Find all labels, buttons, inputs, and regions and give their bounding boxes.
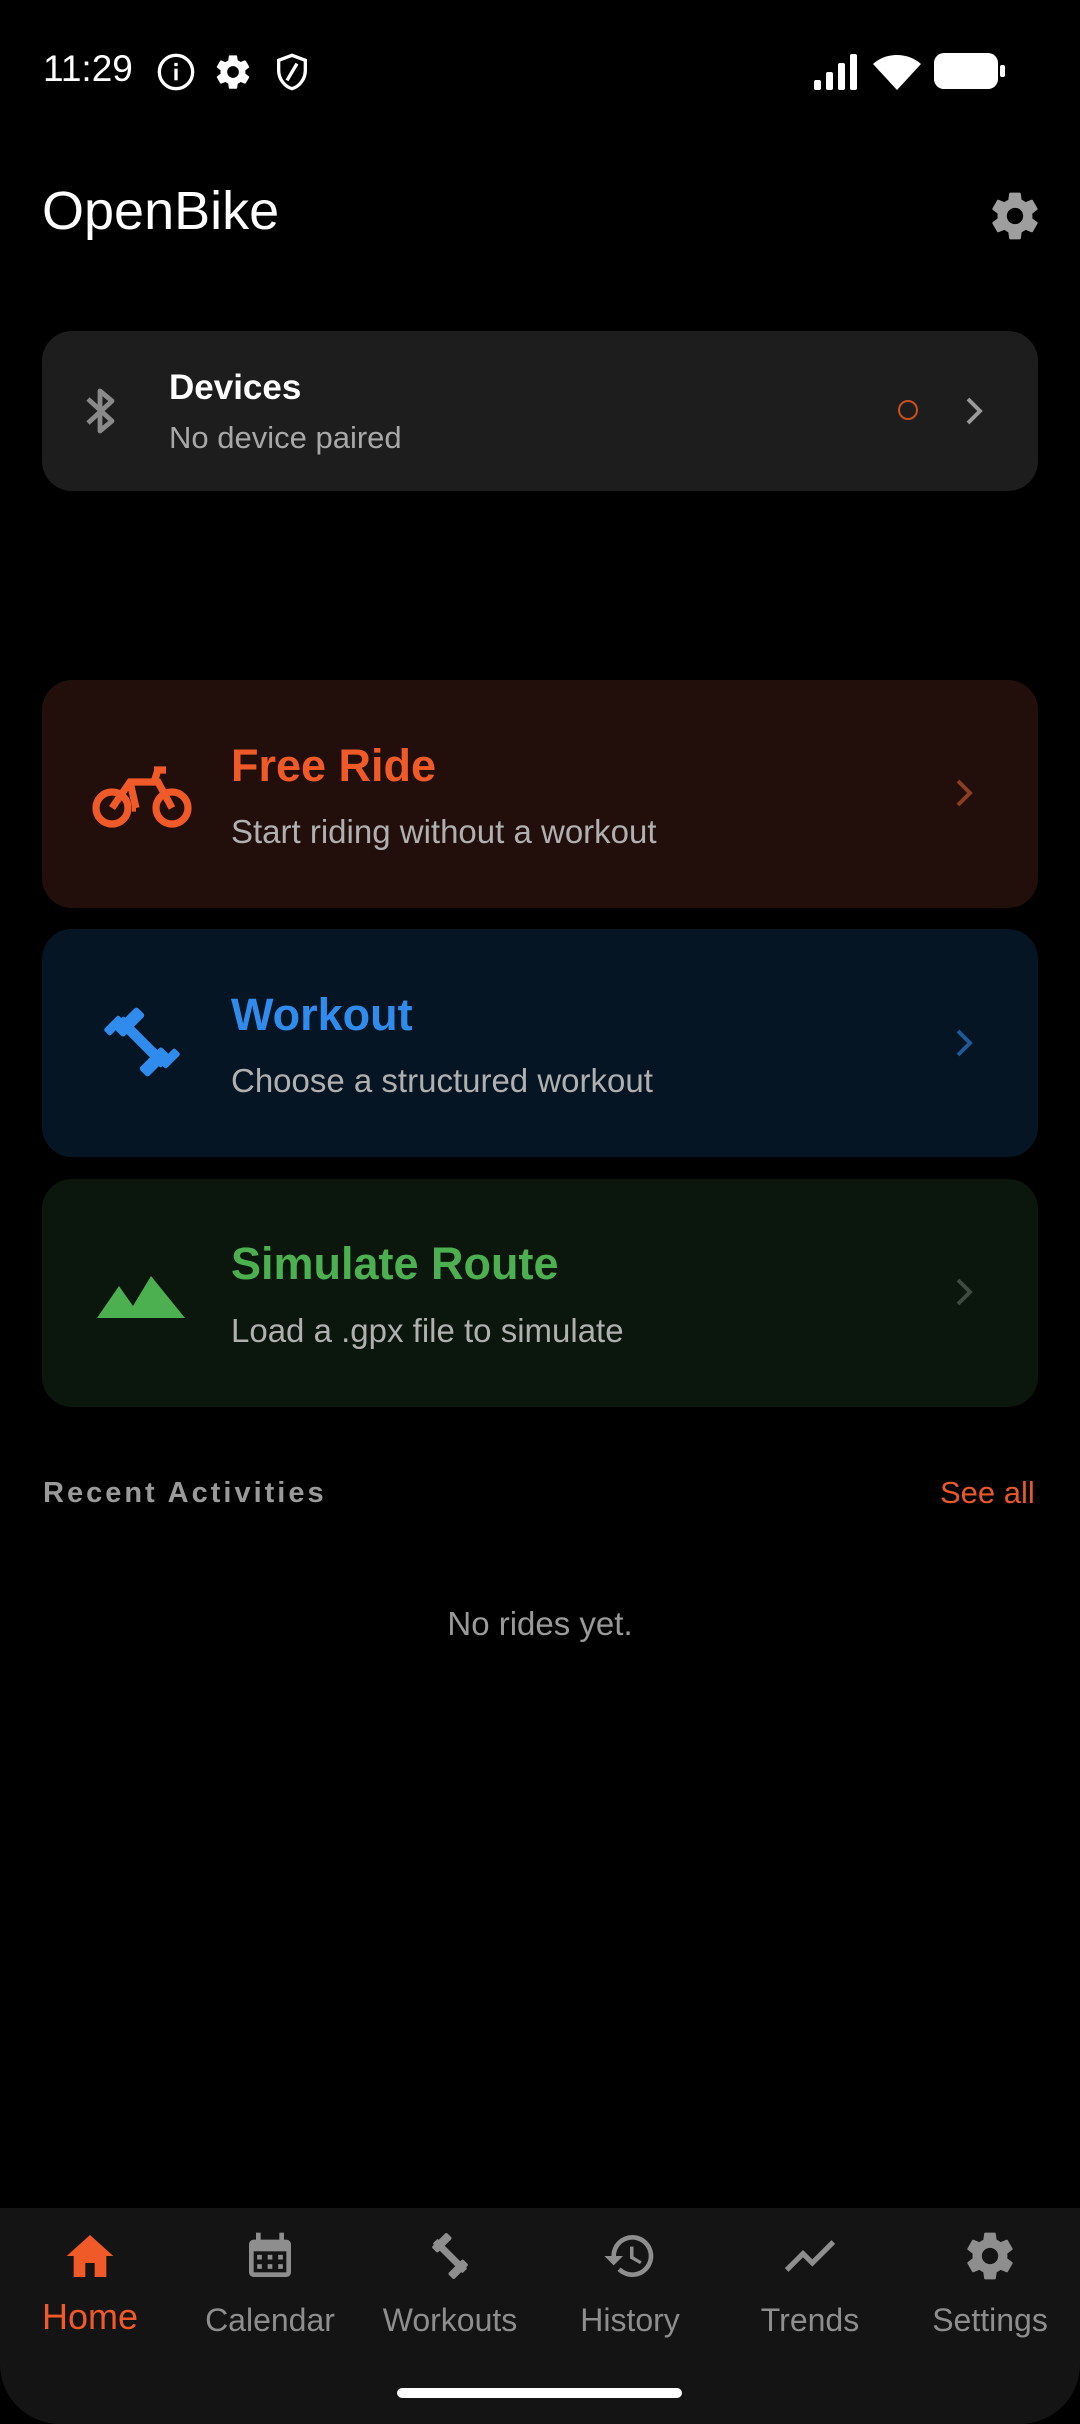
devices-title: Devices [169,368,302,407]
chevron-right-icon [966,397,983,425]
nav-workouts[interactable]: Workouts [360,2228,540,2368]
history-icon [604,2235,654,2277]
workout-subtitle: Choose a structured workout [231,1062,653,1099]
chevron-right-icon [956,1029,973,1057]
nav-label: Trends [760,2302,860,2338]
free-ride-title: Free Ride [231,740,437,791]
signal-icon [814,54,857,90]
shield-icon [277,53,307,91]
nav-history[interactable]: History [540,2228,720,2368]
nav-home[interactable]: Home [0,2228,180,2368]
devices-subtitle: No device paired [169,420,402,455]
settings-status-icon [216,55,250,89]
simulate-route-card[interactable] [42,1179,1038,1407]
dumbbell-icon [432,2233,468,2279]
nav-label: History [580,2302,680,2338]
bluetooth-icon [86,388,115,434]
bike-icon [92,766,192,828]
nav-settings[interactable]: Settings [900,2228,1080,2368]
home-icon [66,2235,114,2277]
wifi-icon [873,55,921,90]
empty-state-text: No rides yet. [447,1605,633,1642]
nav-label: Settings [932,2302,1048,2338]
settings-gear-icon[interactable] [987,188,1043,244]
battery-icon [934,53,1005,89]
workout-title: Workout [231,989,413,1040]
devices-card[interactable] [42,331,1038,491]
simulate-route-title: Simulate Route [231,1238,559,1289]
simulate-route-subtitle: Load a .gpx file to simulate [231,1312,624,1349]
see-all-link[interactable]: See all [940,1475,1035,1511]
status-time: 11:29 [43,48,133,89]
chevron-right-icon [956,1278,973,1306]
info-icon [157,53,195,91]
dumbbell-icon [104,1007,180,1077]
trend-icon [784,2240,836,2272]
app-title: OpenBike [42,181,280,241]
nav-calendar[interactable]: Calendar [180,2228,360,2368]
connection-status-dot [898,400,918,420]
gear-icon [967,2232,1013,2280]
workout-card[interactable] [42,929,1038,1157]
mountain-icon [97,1276,185,1318]
nav-label: Calendar [205,2302,335,2338]
nav-trends[interactable]: Trends [720,2228,900,2368]
calendar-icon [249,2232,291,2277]
nav-label: Home [41,2296,139,2337]
recent-activities-label: Recent Activities [43,1477,327,1509]
nav-label: Workouts [382,2302,518,2338]
chevron-right-icon [956,779,973,807]
free-ride-subtitle: Start riding without a workout [231,813,657,850]
home-indicator[interactable] [397,2388,682,2398]
